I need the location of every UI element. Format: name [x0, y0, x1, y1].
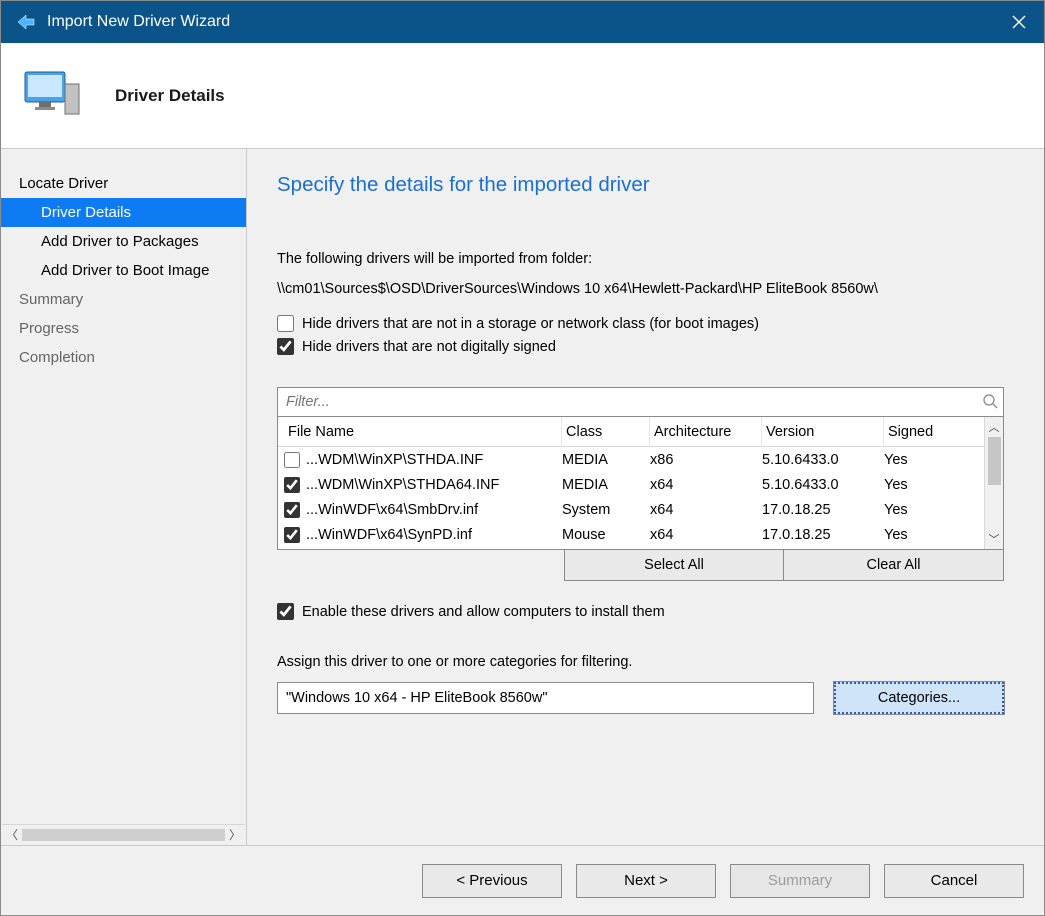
- table-row[interactable]: ...WinWDF\x64\SmbDrv.inf Systemx6417.0.18…: [278, 497, 984, 522]
- sidebar-item-completion[interactable]: Completion: [1, 343, 246, 372]
- row-class: System: [562, 502, 650, 518]
- next-button[interactable]: Next >: [576, 864, 716, 898]
- table-row[interactable]: ...WinWDF\x64\SynPD.inf Mousex6417.0.18.2…: [278, 522, 984, 547]
- scroll-down-icon[interactable]: ﹀: [989, 531, 1000, 547]
- enable-checkbox[interactable]: [277, 603, 294, 620]
- row-version: 5.10.6433.0: [762, 477, 884, 493]
- banner-title: Driver Details: [115, 86, 225, 106]
- row-arch: x86: [650, 452, 762, 468]
- categories-button[interactable]: Categories...: [834, 682, 1004, 714]
- wizard-icon: [15, 11, 37, 33]
- row-file: ...WinWDF\x64\SynPD.inf: [306, 527, 472, 543]
- row-file: ...WDM\WinXP\STHDA64.INF: [306, 477, 499, 493]
- enable-label: Enable these drivers and allow computers…: [302, 604, 665, 620]
- row-class: MEDIA: [562, 452, 650, 468]
- sidebar-item-locate-driver[interactable]: Locate Driver: [1, 169, 246, 198]
- select-all-button[interactable]: Select All: [564, 549, 784, 581]
- sidebar-scrollbar[interactable]: 〈 〉: [2, 824, 245, 844]
- row-checkbox[interactable]: [284, 452, 300, 468]
- row-class: MEDIA: [562, 477, 650, 493]
- scroll-left-icon[interactable]: 〈: [6, 826, 18, 843]
- row-signed: Yes: [884, 477, 964, 493]
- col-arch[interactable]: Architecture: [650, 417, 762, 446]
- sidebar-item-driver-details[interactable]: Driver Details: [1, 198, 246, 227]
- hide-unsigned-checkbox[interactable]: [277, 338, 294, 355]
- titlebar: Import New Driver Wizard: [1, 1, 1044, 43]
- summary-button: Summary: [730, 864, 870, 898]
- scroll-thumb[interactable]: [988, 437, 1001, 485]
- row-checkbox[interactable]: [284, 502, 300, 518]
- window-title: Import New Driver Wizard: [47, 13, 230, 31]
- cancel-button[interactable]: Cancel: [884, 864, 1024, 898]
- enable-row[interactable]: Enable these drivers and allow computers…: [277, 603, 1004, 620]
- row-version: 17.0.18.25: [762, 502, 884, 518]
- assign-label: Assign this driver to one or more catego…: [277, 654, 1004, 670]
- footer: < Previous Next > Summary Cancel: [1, 845, 1044, 915]
- row-signed: Yes: [884, 527, 964, 543]
- col-file[interactable]: File Name: [284, 417, 562, 446]
- intro-text: The following drivers will be imported f…: [277, 251, 1004, 267]
- categories-field[interactable]: [277, 682, 814, 714]
- categories-row: Categories...: [277, 682, 1004, 714]
- table-row[interactable]: ...WDM\WinXP\STHDA64.INF MEDIAx645.10.643…: [278, 472, 984, 497]
- row-file: ...WinWDF\x64\SmbDrv.inf: [306, 502, 478, 518]
- sidebar: Locate Driver Driver Details Add Driver …: [1, 149, 246, 845]
- row-signed: Yes: [884, 502, 964, 518]
- scroll-right-icon[interactable]: 〉: [229, 826, 241, 843]
- previous-button[interactable]: < Previous: [422, 864, 562, 898]
- banner: Driver Details: [1, 43, 1044, 149]
- wizard-body: Locate Driver Driver Details Add Driver …: [1, 149, 1044, 845]
- row-version: 5.10.6433.0: [762, 452, 884, 468]
- row-signed: Yes: [884, 452, 964, 468]
- content-pane: Specify the details for the imported dri…: [246, 149, 1044, 845]
- hide-non-storage-row[interactable]: Hide drivers that are not in a storage o…: [277, 315, 1004, 332]
- row-checkbox[interactable]: [284, 527, 300, 543]
- row-checkbox[interactable]: [284, 477, 300, 493]
- row-arch: x64: [650, 527, 762, 543]
- col-signed[interactable]: Signed: [884, 417, 964, 446]
- hide-unsigned-label: Hide drivers that are not digitally sign…: [302, 339, 556, 355]
- hide-non-storage-label: Hide drivers that are not in a storage o…: [302, 316, 759, 332]
- row-version: 17.0.18.25: [762, 527, 884, 543]
- drivers-table: File Name Class Architecture Version Sig…: [277, 416, 1004, 550]
- sidebar-item-progress[interactable]: Progress: [1, 314, 246, 343]
- sidebar-item-add-to-boot[interactable]: Add Driver to Boot Image: [1, 256, 246, 285]
- scroll-up-icon[interactable]: ︿: [989, 419, 1000, 435]
- monitor-icon: [21, 64, 85, 128]
- table-header: File Name Class Architecture Version Sig…: [278, 417, 984, 447]
- page-heading: Specify the details for the imported dri…: [277, 173, 1004, 197]
- table-row[interactable]: ...WDM\WinXP\STHDA.INF MEDIAx865.10.6433.…: [278, 447, 984, 472]
- col-class[interactable]: Class: [562, 417, 650, 446]
- sidebar-item-summary[interactable]: Summary: [1, 285, 246, 314]
- table-scrollbar[interactable]: ︿ ﹀: [984, 417, 1003, 549]
- row-arch: x64: [650, 502, 762, 518]
- col-version[interactable]: Version: [762, 417, 884, 446]
- sidebar-item-add-to-packages[interactable]: Add Driver to Packages: [1, 227, 246, 256]
- row-file: ...WDM\WinXP\STHDA.INF: [306, 452, 483, 468]
- filter-input[interactable]: [278, 388, 977, 416]
- row-arch: x64: [650, 477, 762, 493]
- search-icon[interactable]: [977, 393, 1003, 412]
- hide-non-storage-checkbox[interactable]: [277, 315, 294, 332]
- clear-all-button[interactable]: Clear All: [784, 549, 1004, 581]
- wizard-window: Import New Driver Wizard Driver Details …: [0, 0, 1045, 916]
- select-buttons: Select All Clear All: [564, 549, 1004, 581]
- row-class: Mouse: [562, 527, 650, 543]
- filter-box: [277, 387, 1004, 417]
- hide-unsigned-row[interactable]: Hide drivers that are not digitally sign…: [277, 338, 1004, 355]
- source-path: \\cm01\Sources$\OSD\DriverSources\Window…: [277, 281, 1004, 297]
- close-icon[interactable]: [1008, 11, 1030, 33]
